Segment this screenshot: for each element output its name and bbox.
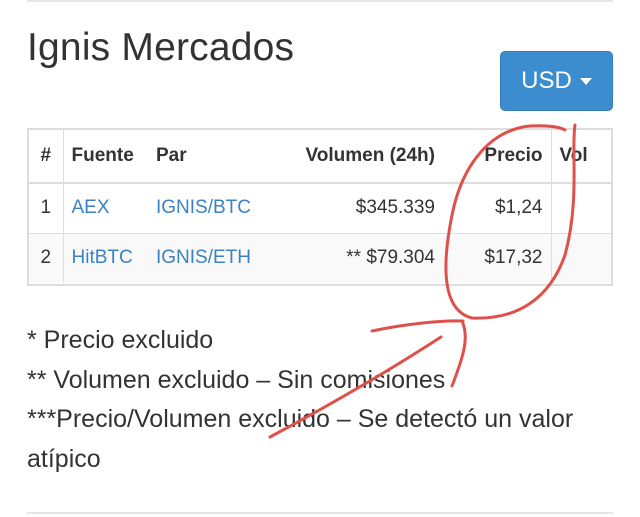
- column-header-source[interactable]: Fuente: [63, 130, 148, 184]
- column-header-rank[interactable]: #: [29, 130, 64, 184]
- footnotes: * Precio excluido ** Volumen excluido – …: [27, 321, 617, 479]
- column-header-price[interactable]: Precio: [443, 130, 552, 184]
- bottom-divider: [27, 512, 613, 514]
- column-header-volume-share[interactable]: Vol: [551, 130, 611, 184]
- currency-button-label: USD: [521, 67, 572, 94]
- source-link[interactable]: HitBTC: [63, 233, 148, 283]
- currency-dropdown-button[interactable]: USD: [500, 51, 613, 111]
- page-title: Ignis Mercados: [27, 26, 295, 69]
- footnote-price-excluded: * Precio excluido: [27, 326, 214, 354]
- cell-price: $1,24: [443, 183, 552, 234]
- column-header-pair[interactable]: Par: [148, 130, 278, 184]
- cell-price: $17,32: [443, 233, 552, 283]
- table-header-row: # Fuente Par Volumen (24h) Precio Vol: [29, 130, 611, 184]
- table-row: 1 AEX IGNIS/BTC $345.339 $1,24: [29, 183, 611, 234]
- footnote-outlier: ***Precio/Volumen excluido – Se detectó …: [27, 405, 574, 473]
- cell-volume: ** $79.304: [346, 247, 435, 269]
- chevron-down-icon: [579, 77, 592, 85]
- footnote-volume-excluded: ** Volumen excluido – Sin comisiones: [27, 365, 446, 394]
- source-link[interactable]: AEX: [63, 183, 148, 234]
- cell-volume-share: [551, 233, 611, 283]
- cell-volume: $345.339: [278, 183, 443, 234]
- markets-table: # Fuente Par Volumen (24h) Precio Vol 1 …: [27, 128, 613, 286]
- cell-rank: 1: [29, 183, 64, 234]
- table-row: 2 HitBTC IGNIS/ETH ** $79.304 $17,32: [29, 233, 611, 283]
- pair-link[interactable]: IGNIS/ETH: [148, 233, 278, 283]
- cell-rank: 2: [29, 233, 64, 283]
- pair-link[interactable]: IGNIS/BTC: [148, 183, 278, 234]
- column-header-volume[interactable]: Volumen (24h): [278, 130, 443, 184]
- top-divider: [27, 0, 613, 2]
- cell-volume-share: [551, 183, 611, 234]
